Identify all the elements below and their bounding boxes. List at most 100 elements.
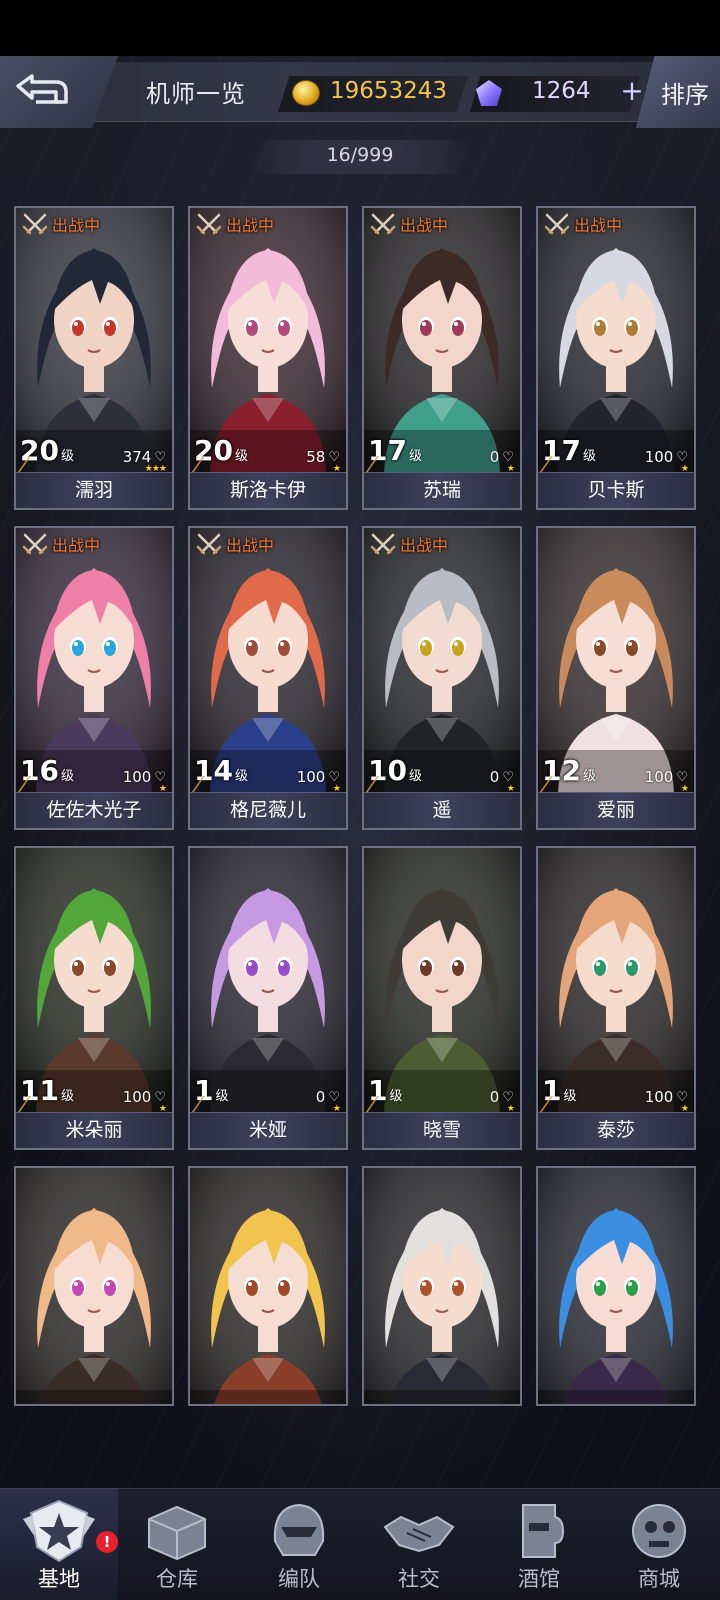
- crossed-swords-icon: [196, 533, 222, 555]
- nav-label: 商城: [638, 1567, 680, 1591]
- formation-helmet-icon: [261, 1497, 337, 1565]
- level-unit: 级: [60, 1089, 74, 1104]
- level-display: 16 级: [16, 754, 74, 796]
- crossed-swords-icon: [370, 213, 396, 235]
- bottom-nav: 基地 ! 仓库 编队 社交 酒馆 商城: [0, 1488, 720, 1600]
- nav-item-1[interactable]: 仓库: [118, 1489, 236, 1600]
- deployed-label: 出战中: [52, 536, 101, 555]
- page-title: 机师一览: [146, 80, 246, 108]
- pilot-card[interactable]: 1级 100 ♡ ★ 泰莎: [536, 846, 696, 1150]
- heart-icon: ♡: [328, 449, 340, 465]
- heart-icon: ♡: [154, 449, 166, 465]
- coin-value: 19653243: [330, 78, 448, 104]
- affinity-value: 100: [644, 448, 674, 466]
- level-display: 12 级: [538, 754, 596, 796]
- heart-icon: ♡: [676, 769, 688, 785]
- affinity-value: 0: [315, 1088, 326, 1106]
- pilot-card[interactable]: [362, 1166, 522, 1406]
- affinity-value: 0: [489, 1088, 500, 1106]
- deployed-label: 出战中: [400, 216, 449, 235]
- pilot-card[interactable]: 出战中 17 级 0 ♡ ★ 苏瑞: [362, 206, 522, 510]
- coin-icon: [292, 80, 320, 106]
- level-unit: 级: [60, 769, 74, 784]
- level-display: 14 级: [190, 754, 248, 796]
- deployed-label: 出战中: [226, 216, 275, 235]
- pilot-portrait: [190, 1168, 346, 1404]
- deployed-label: 出战中: [52, 216, 101, 235]
- level-display: 1级: [190, 1074, 238, 1116]
- affinity-value: 100: [122, 1088, 152, 1106]
- crossed-swords-icon: [370, 533, 396, 555]
- pilot-card[interactable]: 出战中 20 级 374 ♡ ★★★ 濡羽: [14, 206, 174, 510]
- deployed-label: 出战中: [226, 536, 275, 555]
- level-unit: 级: [408, 449, 422, 464]
- deployed-tag: 出战中: [370, 532, 448, 556]
- pilot-card[interactable]: 1级 0 ♡ ★ 米娅: [188, 846, 348, 1150]
- pilot-name: 米娅: [190, 1112, 346, 1148]
- gem-value: 1264: [532, 78, 591, 104]
- header: 机师一览 19653243 1264 + 排序: [0, 56, 720, 128]
- affinity-value: 100: [644, 1088, 674, 1106]
- deployed-tag: 出战中: [22, 212, 100, 236]
- deployed-tag: 出战中: [22, 532, 100, 556]
- nav-item-0[interactable]: 基地 !: [0, 1489, 118, 1600]
- status-bar: [0, 0, 720, 56]
- pilot-name: 泰莎: [538, 1112, 694, 1148]
- pilot-card[interactable]: [14, 1166, 174, 1406]
- heart-icon: ♡: [328, 1089, 340, 1105]
- pilot-card[interactable]: [536, 1166, 696, 1406]
- heart-icon: ♡: [154, 769, 166, 785]
- affinity-value: 100: [296, 768, 326, 786]
- nav-label: 基地: [38, 1567, 80, 1591]
- pilot-card[interactable]: 出战中 14 级 100 ♡ ★ 格尼薇儿: [188, 526, 348, 830]
- pilot-card[interactable]: 1级 0 ♡ ★ 晓雪: [362, 846, 522, 1150]
- crossed-swords-icon: [22, 213, 48, 235]
- pilot-card[interactable]: 12 级 100 ♡ ★ 爱丽: [536, 526, 696, 830]
- level-display: 17 级: [538, 434, 596, 476]
- pilot-card[interactable]: 出战中 10 级 0 ♡ ★ 遥: [362, 526, 522, 830]
- deployed-tag: 出战中: [196, 532, 274, 556]
- add-gems-button[interactable]: +: [620, 74, 644, 107]
- pilot-card[interactable]: [188, 1166, 348, 1406]
- tavern-icon: [501, 1497, 577, 1565]
- deployed-tag: 出战中: [544, 212, 622, 236]
- crossed-swords-icon: [196, 213, 222, 235]
- pilot-card[interactable]: 出战中 16 级 100 ♡ ★ 佐佐木光子: [14, 526, 174, 830]
- pilot-portrait: [364, 1168, 520, 1404]
- level-unit: 级: [582, 769, 596, 784]
- nav-item-3[interactable]: 社交: [360, 1489, 478, 1600]
- pilot-portrait: [538, 1168, 694, 1404]
- crossed-swords-icon: [544, 213, 570, 235]
- affinity-value: 100: [644, 768, 674, 786]
- pilot-portrait: [16, 1168, 172, 1404]
- level-unit: 级: [234, 769, 248, 784]
- nav-item-2[interactable]: 编队: [240, 1489, 358, 1600]
- nav-item-4[interactable]: 酒馆: [480, 1489, 598, 1600]
- level-display: 1级: [364, 1074, 412, 1116]
- crossed-swords-icon: [22, 533, 48, 555]
- nav-item-5[interactable]: 商城: [600, 1489, 718, 1600]
- pilot-list-screen: 机师一览 19653243 1264 + 排序 16/999 出战中 20 级 …: [0, 56, 720, 1600]
- pilot-card[interactable]: 出战中 17 级 100 ♡ ★ 贝卡斯: [536, 206, 696, 510]
- deployed-label: 出战中: [400, 536, 449, 555]
- pilot-card[interactable]: 11 级 100 ♡ ★ 米朵丽: [14, 846, 174, 1150]
- pilot-name: 斯洛卡伊: [190, 472, 346, 508]
- pilot-portrait-art: [190, 1168, 346, 1404]
- level-display: 17 级: [364, 434, 422, 476]
- pilot-name: 苏瑞: [364, 472, 520, 508]
- level-display: 1级: [538, 1074, 586, 1116]
- pilot-name: 米朵丽: [16, 1112, 172, 1148]
- pilot-name: 遥: [364, 792, 520, 828]
- pilot-portrait-art: [364, 1168, 520, 1404]
- level-display: 10 级: [364, 754, 422, 796]
- pilot-name: 濡羽: [16, 472, 172, 508]
- pilot-card[interactable]: 出战中 20 级 58 ♡ ★ 斯洛卡伊: [188, 206, 348, 510]
- level-display: 11 级: [16, 1074, 74, 1116]
- affinity-value: 0: [489, 768, 500, 786]
- level-unit: 级: [582, 449, 596, 464]
- heart-icon: ♡: [676, 1089, 688, 1105]
- pilot-name: 格尼薇儿: [190, 792, 346, 828]
- nav-label: 酒馆: [518, 1567, 560, 1591]
- affinity-value: 58: [306, 448, 326, 466]
- pilot-name: 晓雪: [364, 1112, 520, 1148]
